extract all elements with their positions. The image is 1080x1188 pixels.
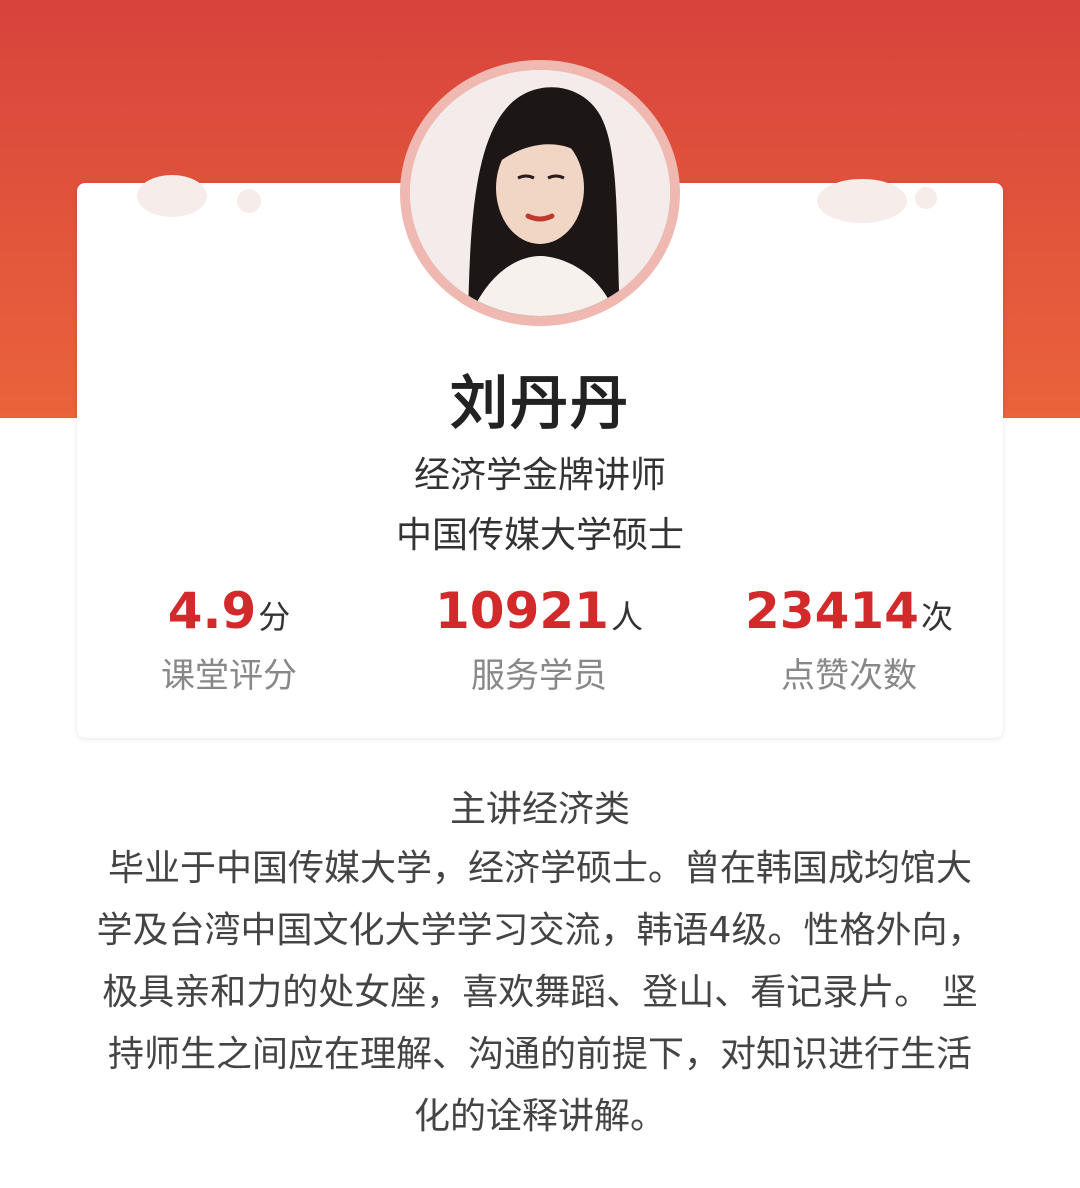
stat-likes: 23414次 点赞次数 [699, 582, 999, 697]
stat-students-label: 服务学员 [471, 656, 607, 696]
teacher-title: 经济学金牌讲师 [413, 455, 666, 496]
stat-students: 10921人 服务学员 [389, 582, 689, 697]
intro-heading: 主讲经济类 [449, 789, 630, 830]
decor-cloud-left [137, 175, 207, 217]
teacher-education: 中国传媒大学硕士 [395, 515, 684, 556]
stat-students-value: 10921 [435, 582, 609, 640]
stat-rating-value: 4.9 [167, 582, 257, 640]
teacher-name: 刘丹丹 [449, 369, 630, 437]
decor-dot-left [237, 189, 261, 213]
avatar-portrait-icon [468, 87, 620, 316]
stat-likes-value: 23414 [745, 582, 919, 640]
stat-likes-unit: 次 [920, 598, 953, 636]
stat-rating-label: 课堂评分 [161, 656, 297, 696]
avatar[interactable] [400, 60, 680, 326]
stat-rating-unit: 分 [258, 598, 291, 636]
intro-text: 毕业于中国传媒大学，经济学硕士。曾在韩国成均馆大学及台湾中国文化大学学习交流，韩… [96, 848, 984, 1137]
stat-students-unit: 人 [610, 598, 643, 636]
stat-rating: 4.9分 课堂评分 [79, 582, 379, 697]
decor-cloud-right [817, 179, 907, 223]
stat-likes-label: 点赞次数 [781, 656, 917, 696]
decor-dot-right [915, 187, 937, 209]
